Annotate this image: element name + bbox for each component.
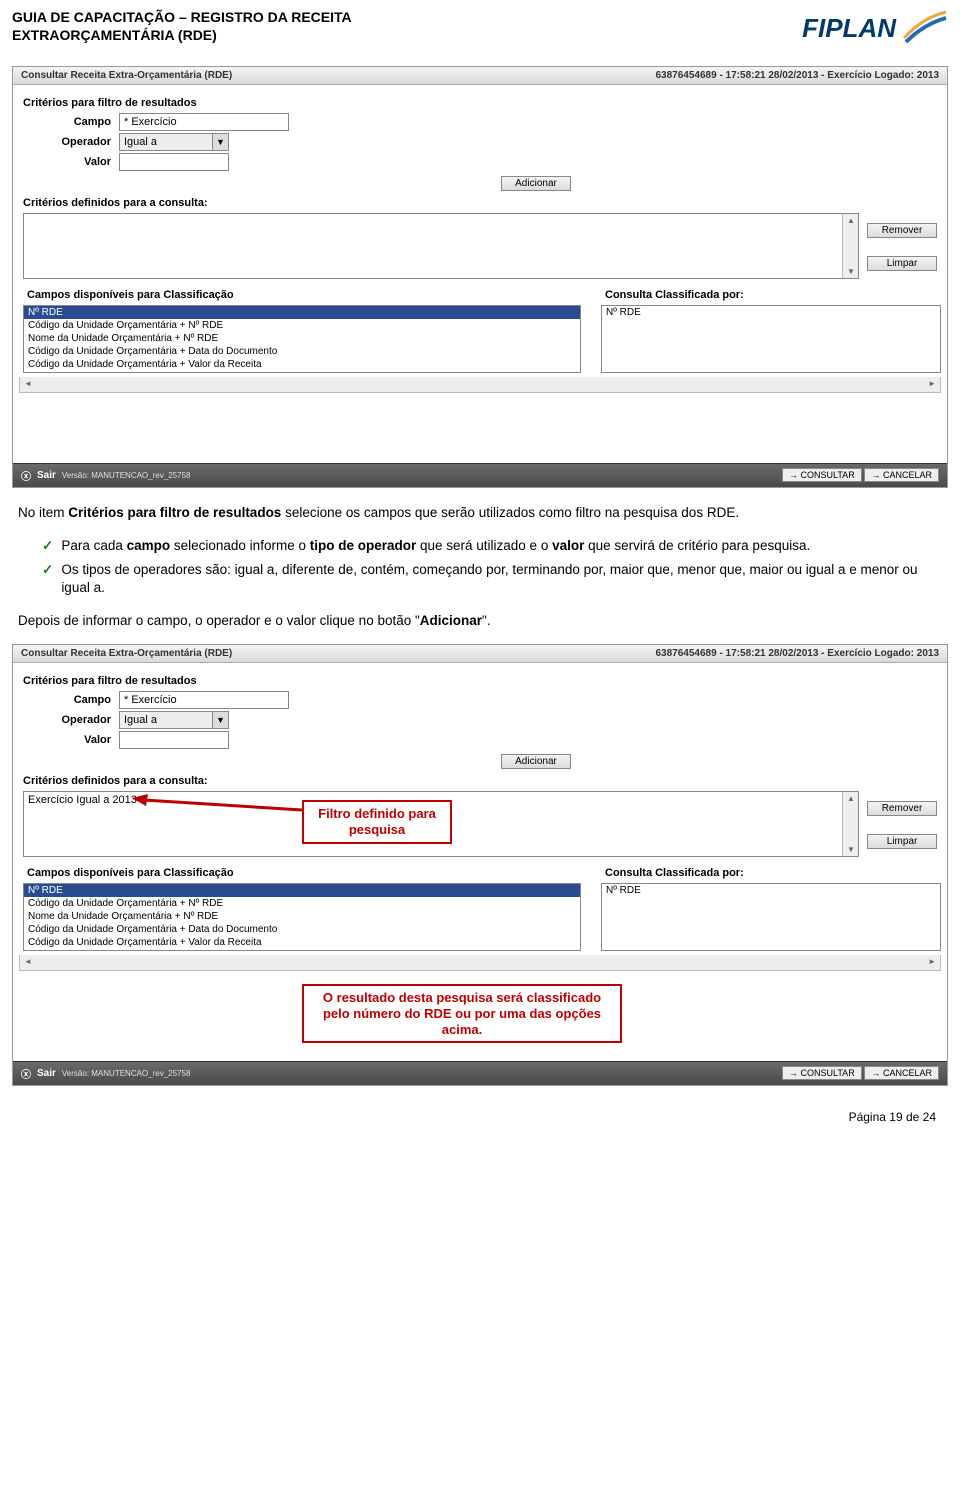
class-by-label: Consulta Classificada por:	[605, 289, 941, 301]
class-available-listbox[interactable]: Nº RDE Código da Unidade Orçamentária + …	[23, 883, 581, 951]
class-by-value: Nº RDE	[602, 884, 940, 897]
chevron-down-icon: ▼	[212, 134, 228, 150]
class-by-listbox[interactable]: Nº RDE	[601, 883, 941, 951]
criteria-text: Exercício Igual a 2013	[28, 794, 137, 806]
list-item[interactable]: Nº RDE	[24, 306, 580, 319]
fiplan-logo: FIPLAN	[802, 8, 948, 48]
class-available-listbox[interactable]: Nº RDE Código da Unidade Orçamentária + …	[23, 305, 581, 373]
app-window-1: Consultar Receita Extra-Orçamentária (RD…	[12, 66, 948, 488]
filter-section-title: Critérios para filtro de resultados	[23, 97, 941, 109]
list-item[interactable]: Código da Unidade Orçamentária + Nº RDE	[24, 897, 580, 910]
app-header-right: 63876454689 - 17:58:21 28/02/2013 - Exer…	[655, 70, 939, 81]
check-icon: ✓	[42, 561, 53, 597]
scrollbar-horizontal[interactable]	[19, 377, 941, 393]
adicionar-button[interactable]: Adicionar	[501, 176, 571, 191]
list-item[interactable]: Nº RDE	[24, 884, 580, 897]
logo-swoosh-icon	[902, 8, 948, 48]
limpar-button[interactable]: Limpar	[867, 256, 937, 271]
close-icon[interactable]: ⓧ	[21, 1066, 31, 1081]
app-titlebar: Consultar Receita Extra-Orçamentária (RD…	[13, 67, 947, 85]
callout-arrow-icon	[132, 794, 307, 824]
consultar-button[interactable]: → CONSULTAR	[782, 1066, 862, 1080]
list-item[interactable]: Código da Unidade Orçamentária + Data do…	[24, 923, 580, 936]
version-label: Versão: MANUTENCAO_rev_25758	[62, 471, 191, 480]
campo-input[interactable]	[119, 113, 289, 131]
document-header: GUIA DE CAPACITAÇÃO – REGISTRO DA RECEIT…	[12, 8, 948, 48]
class-by-value: Nº RDE	[602, 306, 940, 319]
app-header-right: 63876454689 - 17:58:21 28/02/2013 - Exer…	[655, 648, 939, 659]
page-number: Página 19 de 24	[12, 1110, 936, 1124]
title-line-1: GUIA DE CAPACITAÇÃO – REGISTRO DA RECEIT…	[12, 8, 352, 26]
filter-section-title: Critérios para filtro de resultados	[23, 675, 941, 687]
operador-value: Igual a	[120, 714, 212, 726]
sair-link[interactable]: Sair	[37, 470, 56, 481]
operador-select[interactable]: Igual a ▼	[119, 711, 229, 729]
paragraph-2: Depois de informar o campo, o operador e…	[18, 612, 942, 631]
remover-button[interactable]: Remover	[867, 223, 937, 238]
callout-result-note: O resultado desta pesquisa será classifi…	[302, 984, 622, 1043]
sair-link[interactable]: Sair	[37, 1068, 56, 1079]
campo-label: Campo	[49, 694, 119, 706]
valor-input[interactable]	[119, 731, 229, 749]
scrollbar-horizontal[interactable]	[19, 955, 941, 971]
campo-input[interactable]	[119, 691, 289, 709]
app-footer: ⓧ Sair Versão: MANUTENCAO_rev_25758 → CO…	[13, 1061, 947, 1085]
criteria-defined-label: Critérios definidos para a consulta:	[23, 197, 941, 209]
consultar-button[interactable]: → CONSULTAR	[782, 468, 862, 482]
scrollbar-vertical[interactable]	[842, 214, 858, 278]
close-icon[interactable]: ⓧ	[21, 468, 31, 483]
list-item[interactable]: Nome da Unidade Orçamentária + Nº RDE	[24, 910, 580, 923]
version-label: Versão: MANUTENCAO_rev_25758	[62, 1069, 191, 1078]
list-item[interactable]: Código da Unidade Orçamentária + Valor d…	[24, 936, 580, 949]
check-list: ✓ Para cada campo selecionado informe o …	[42, 537, 938, 598]
check-icon: ✓	[42, 537, 53, 555]
check-item-1: ✓ Para cada campo selecionado informe o …	[42, 537, 938, 555]
criteria-defined-label: Critérios definidos para a consulta:	[23, 775, 941, 787]
app-footer: ⓧ Sair Versão: MANUTENCAO_rev_25758 → CO…	[13, 463, 947, 487]
operador-label: Operador	[49, 714, 119, 726]
check-item-2: ✓ Os tipos de operadores são: igual a, d…	[42, 561, 938, 597]
document-title: GUIA DE CAPACITAÇÃO – REGISTRO DA RECEIT…	[12, 8, 352, 44]
class-avail-label: Campos disponíveis para Classificação	[27, 289, 581, 301]
logo-text: FIPLAN	[802, 13, 896, 44]
list-item[interactable]: Código da Unidade Orçamentária + Nº RDE	[24, 319, 580, 332]
app-title: Consultar Receita Extra-Orçamentária (RD…	[21, 70, 232, 81]
callout-filter-defined: Filtro definido para pesquisa	[302, 800, 452, 843]
operador-value: Igual a	[120, 136, 212, 148]
limpar-button[interactable]: Limpar	[867, 834, 937, 849]
list-item[interactable]: Código da Unidade Orçamentária + Data do…	[24, 345, 580, 358]
class-by-listbox[interactable]: Nº RDE	[601, 305, 941, 373]
list-item[interactable]: Código da Unidade Orçamentária + Valor d…	[24, 358, 580, 371]
app-title: Consultar Receita Extra-Orçamentária (RD…	[21, 648, 232, 659]
class-by-label: Consulta Classificada por:	[605, 867, 941, 879]
cancelar-button[interactable]: → CANCELAR	[864, 1066, 939, 1080]
class-avail-label: Campos disponíveis para Classificação	[27, 867, 581, 879]
chevron-down-icon: ▼	[212, 712, 228, 728]
adicionar-button[interactable]: Adicionar	[501, 754, 571, 769]
list-item[interactable]: Nome da Unidade Orçamentária + Nº RDE	[24, 332, 580, 345]
paragraph-1: No item Critérios para filtro de resulta…	[18, 504, 942, 523]
cancelar-button[interactable]: → CANCELAR	[864, 468, 939, 482]
scrollbar-vertical[interactable]	[842, 792, 858, 856]
valor-label: Valor	[49, 156, 119, 168]
operador-select[interactable]: Igual a ▼	[119, 133, 229, 151]
valor-input[interactable]	[119, 153, 229, 171]
remover-button[interactable]: Remover	[867, 801, 937, 816]
title-line-2: EXTRAORÇAMENTÁRIA (RDE)	[12, 26, 352, 44]
campo-label: Campo	[49, 116, 119, 128]
valor-label: Valor	[49, 734, 119, 746]
app-titlebar: Consultar Receita Extra-Orçamentária (RD…	[13, 645, 947, 663]
criteria-textarea[interactable]	[23, 213, 859, 279]
operador-label: Operador	[49, 136, 119, 148]
